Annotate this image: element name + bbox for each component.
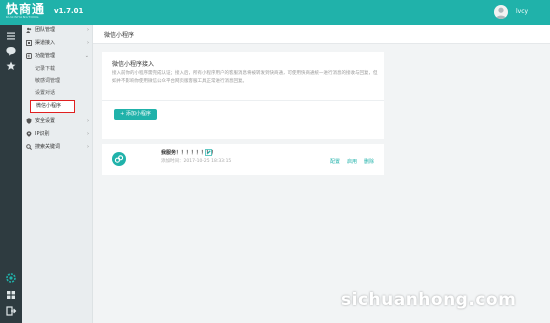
submenu-item-dialog-settings[interactable]: 设置对话 bbox=[35, 88, 55, 98]
submenu-item-sensitive-words[interactable]: 敏感词管理 bbox=[35, 76, 60, 86]
menu-item-label: 搜索关键词 bbox=[35, 144, 61, 150]
menu-item-ip[interactable]: IP识别 › bbox=[22, 129, 93, 139]
configure-link[interactable]: 配置 bbox=[330, 158, 340, 165]
shield-icon bbox=[26, 118, 32, 124]
menu-item-label: IP识别 bbox=[35, 131, 50, 137]
exit-icon[interactable] bbox=[5, 305, 17, 317]
avatar[interactable] bbox=[494, 5, 508, 19]
app-logo[interactable]: 快商通 bbox=[6, 3, 45, 15]
chevron-down-icon: ⌄ bbox=[84, 53, 89, 59]
settings-icon[interactable] bbox=[5, 272, 17, 284]
top-bar: 快商通 KUAISHANGTONG v1.7.01 lvcy bbox=[0, 0, 550, 25]
add-miniprogram-button[interactable]: + 添加小程序 bbox=[114, 109, 157, 120]
submenu-item-label: 微信小程序 bbox=[36, 103, 62, 109]
menu-item-search-keywords[interactable]: 搜索关键词 › bbox=[22, 142, 93, 152]
icon-rail bbox=[0, 25, 22, 323]
side-menu: 团队管理 › 渠道接入 › 功能管理 ⌄ 记录下载 敏感词管理 设置对话 安全设… bbox=[22, 25, 93, 323]
enable-link[interactable]: 启用 bbox=[347, 158, 357, 165]
chevron-right-icon: › bbox=[87, 27, 89, 33]
chat-icon[interactable] bbox=[5, 45, 17, 57]
content-header: 微信小程序 bbox=[93, 25, 550, 44]
access-panel: 微信小程序接入 接入前你的小程序需完成认证；接入后，所有小程序用户的客服消息将被… bbox=[102, 52, 384, 139]
menu-item-security[interactable]: 安全设置 › bbox=[22, 116, 93, 126]
app-logo-subtitle: KUAISHANGTONG bbox=[6, 15, 39, 19]
team-icon bbox=[26, 27, 32, 33]
page-title: 微信小程序 bbox=[104, 32, 135, 39]
menu-item-channel[interactable]: 渠道接入 › bbox=[22, 38, 93, 48]
divider bbox=[102, 100, 384, 101]
function-icon bbox=[26, 53, 32, 59]
star-icon[interactable] bbox=[5, 60, 17, 72]
edit-icon[interactable] bbox=[205, 149, 212, 156]
chevron-right-icon: › bbox=[87, 144, 89, 150]
submenu-item-wechat-miniprogram[interactable]: 微信小程序 bbox=[30, 100, 75, 113]
miniprogram-icon bbox=[112, 152, 126, 166]
miniprogram-card: 我服务！！！！！！！！ 添加时间：2017-10-25 18:33:15 配置 … bbox=[102, 144, 384, 175]
submenu-item-record-download[interactable]: 记录下载 bbox=[35, 64, 55, 74]
menu-item-function[interactable]: 功能管理 ⌄ bbox=[22, 51, 93, 61]
ip-icon bbox=[26, 131, 32, 137]
chevron-right-icon: › bbox=[87, 118, 89, 124]
apps-icon[interactable] bbox=[5, 289, 17, 301]
panel-title: 微信小程序接入 bbox=[112, 61, 155, 68]
menu-icon[interactable] bbox=[5, 30, 17, 42]
search-icon bbox=[26, 144, 32, 150]
menu-item-label: 安全设置 bbox=[35, 118, 56, 124]
panel-description: 接入前你的小程序需完成认证；接入后，所有小程序用户的客服消息将被转发到快商通，可… bbox=[112, 71, 378, 84]
chevron-right-icon: › bbox=[87, 131, 89, 137]
menu-item-label: 功能管理 bbox=[35, 53, 56, 59]
chevron-right-icon: › bbox=[87, 40, 89, 46]
user-icon bbox=[495, 7, 507, 19]
channel-icon bbox=[26, 40, 32, 46]
username[interactable]: lvcy bbox=[516, 8, 528, 15]
menu-item-label: 团队管理 bbox=[35, 27, 56, 33]
menu-item-label: 渠道接入 bbox=[35, 40, 56, 46]
app-version: v1.7.01 bbox=[54, 7, 84, 15]
added-time: 添加时间：2017-10-25 18:33:15 bbox=[161, 159, 232, 164]
delete-link[interactable]: 删除 bbox=[364, 158, 374, 165]
watermark: sichuanhong.com bbox=[341, 290, 517, 310]
menu-item-team[interactable]: 团队管理 › bbox=[22, 25, 93, 35]
